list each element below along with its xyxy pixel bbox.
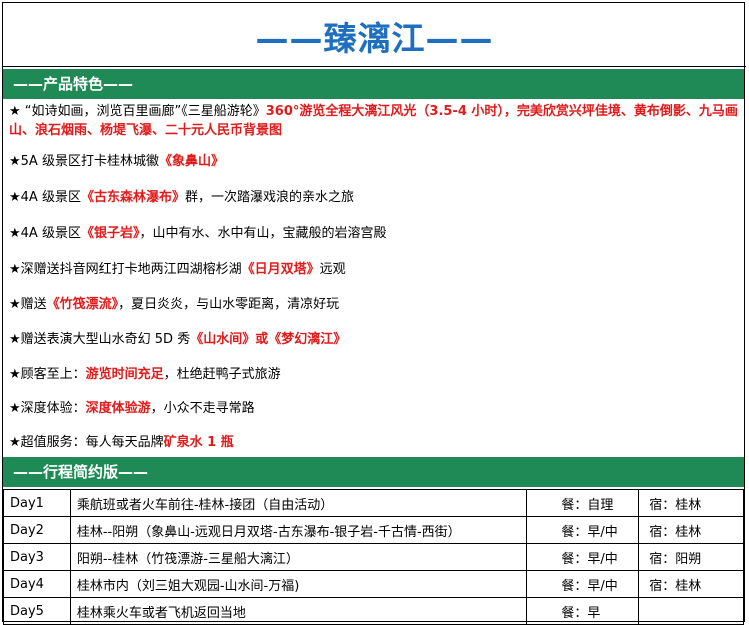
- stay-cell: 宿：桂林: [638, 489, 744, 517]
- table-row: Day4 桂林市内（刘三姐大观园-山水间-万福) 餐：早/中 宿：桂林: [3, 570, 744, 598]
- feature-item: ★5A 级景区打卡桂林城徽《象鼻山》: [9, 154, 224, 169]
- feature-item: ★顾客至上：游览时间充足，杜绝赶鸭子式旅游: [9, 367, 281, 382]
- feature-item: ★超值服务：每人每天品牌矿泉水 1 瓶: [9, 435, 234, 450]
- meal-cell: 餐：自理: [526, 489, 640, 517]
- day-cell: Day2: [3, 516, 71, 544]
- day-cell: Day1: [3, 489, 71, 517]
- feature-item: ★赠送表演大型山水奇幻 5D 秀《山水间》或《梦幻漓江》: [9, 332, 347, 347]
- page-title: ——臻漓江——: [255, 19, 494, 58]
- title-area: ——臻漓江——: [3, 3, 746, 67]
- itinerary-header: ——行程简约版——: [3, 457, 744, 487]
- feature-item: ★深度体验：深度体验游，小众不走寻常路: [9, 401, 255, 416]
- meal-cell: 餐：早/中: [526, 543, 640, 571]
- feature-item: ★4A 级景区《古东森林瀑布》群，一次踏瀑戏浪的亲水之旅: [9, 190, 354, 205]
- feature-item: ★赠送《竹筏漂流》，夏日炎炎，与山水零距离，清凉好玩: [9, 297, 340, 312]
- stay-cell: 宿：阳朔: [638, 543, 744, 571]
- day-cell: Day3: [3, 543, 71, 571]
- table-row: Day1 乘航班或者火车前往-桂林-接团（自由活动） 餐：自理 宿：桂林: [3, 489, 744, 517]
- table-row: Day2 桂林--阳朔（象鼻山-远观日月双塔-古东瀑布-银子岩-千古情-西街） …: [3, 516, 744, 544]
- day-cell: Day5: [3, 597, 71, 625]
- itinerary-table: Day1 乘航班或者火车前往-桂林-接团（自由活动） 餐：自理 宿：桂林 Day…: [3, 489, 744, 625]
- stay-cell: 宿：桂林: [638, 516, 744, 544]
- table-row: Day3 阳朔--桂林（竹筏漂游-三星船大漓江） 餐：早/中 宿：阳朔: [3, 543, 744, 571]
- route-cell: 桂林市内（刘三姐大观园-山水间-万福): [69, 570, 528, 598]
- table-row: Day5 桂林乘火车或者飞机返回当地 餐：早: [3, 597, 744, 625]
- features-header: ——产品特色——: [3, 69, 744, 99]
- route-cell: 阳朔--桂林（竹筏漂游-三星船大漓江）: [69, 543, 528, 571]
- meal-cell: 餐：早: [526, 597, 640, 625]
- itinerary-document: ——臻漓江—— ——产品特色—— ★ “如诗如画，浏览百里画廊”《三星船游轮》3…: [2, 2, 746, 625]
- meal-cell: 餐：早/中: [526, 516, 640, 544]
- route-cell: 桂林--阳朔（象鼻山-远观日月双塔-古东瀑布-银子岩-千古情-西街）: [69, 516, 528, 544]
- feature-item: ★4A 级景区《银子岩》，山中有水、水中有山，宝藏般的岩溶宫殿: [9, 226, 387, 241]
- stay-cell: 宿：桂林: [638, 570, 744, 598]
- feature-item: ★ “如诗如画，浏览百里画廊”《三星船游轮》360°游览全程大漓江风光（3.5-…: [9, 104, 738, 138]
- meal-cell: 餐：早/中: [526, 570, 640, 598]
- stay-cell: [638, 597, 744, 625]
- day-cell: Day4: [3, 570, 71, 598]
- feature-item: ★深赠送抖音网红打卡地两江四湖榕杉湖《日月双塔》远观: [9, 262, 346, 277]
- route-cell: 乘航班或者火车前往-桂林-接团（自由活动）: [69, 489, 528, 517]
- route-cell: 桂林乘火车或者飞机返回当地: [69, 597, 528, 625]
